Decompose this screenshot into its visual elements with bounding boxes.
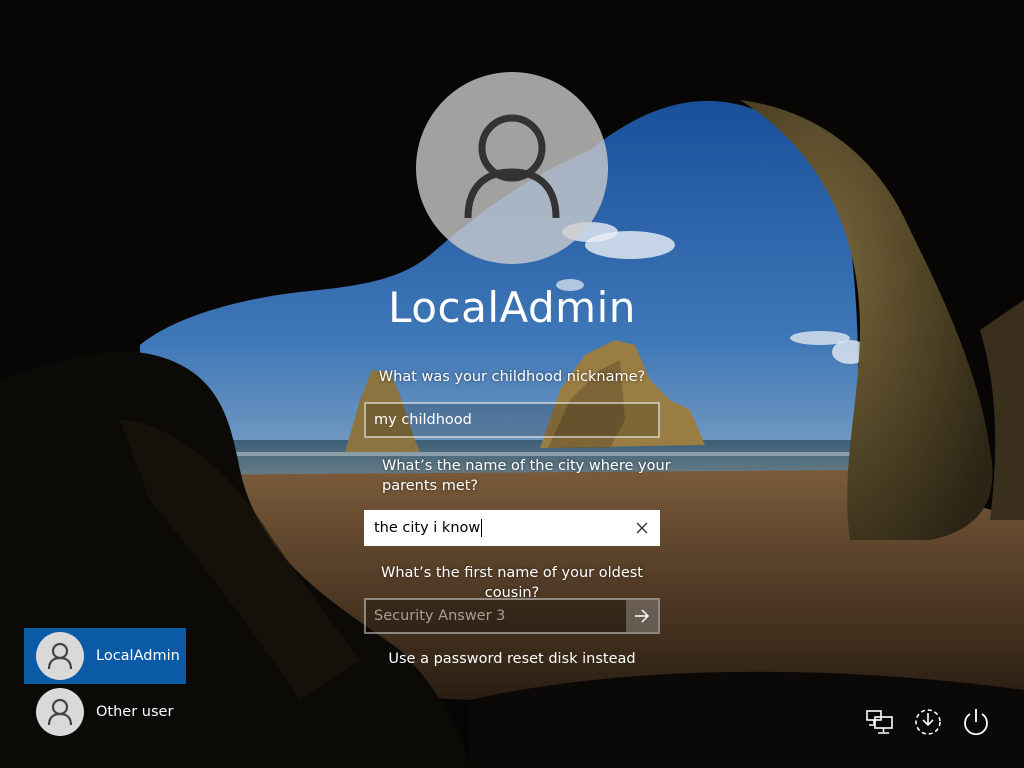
network-button[interactable] <box>862 704 898 740</box>
user-name: LocalAdmin <box>388 283 636 332</box>
security-answer-2-input[interactable]: the city i know <box>364 510 660 546</box>
ease-of-access-button[interactable] <box>910 704 946 740</box>
user-icon <box>47 642 73 670</box>
security-answer-3-input[interactable]: Security Answer 3 <box>364 598 660 634</box>
user-icon <box>47 698 73 726</box>
security-question-2: What’s the name of the city where your p… <box>382 458 671 494</box>
power-button[interactable] <box>958 704 994 740</box>
password-reset-disk-link[interactable]: Use a password reset disk instead <box>364 651 660 667</box>
user-icon <box>464 114 560 219</box>
avatar <box>36 688 84 736</box>
clear-button[interactable] <box>632 518 652 538</box>
security-answer-2-value: the city i know <box>374 520 481 536</box>
user-tile-localadmin[interactable]: LocalAdmin <box>24 628 186 684</box>
text-caret <box>481 519 483 537</box>
ease-of-access-icon <box>915 709 941 735</box>
close-icon <box>636 522 648 534</box>
network-icon <box>866 710 893 734</box>
user-tile-label: Other user <box>96 704 174 720</box>
security-answer-3-placeholder: Security Answer 3 <box>374 608 506 624</box>
power-icon <box>964 709 988 736</box>
arrow-right-icon <box>635 609 650 623</box>
security-answer-1-value: my childhood <box>374 412 472 428</box>
user-tile-label: LocalAdmin <box>96 648 180 664</box>
avatar <box>36 632 84 680</box>
security-question-3: What’s the first name of your oldest cou… <box>380 565 643 601</box>
security-question-1: What was your childhood nickname? <box>378 369 646 385</box>
user-tile-other-user[interactable]: Other user <box>24 684 186 740</box>
user-avatar <box>416 72 608 264</box>
submit-button[interactable] <box>626 600 658 632</box>
security-answer-1-input[interactable]: my childhood <box>364 402 660 438</box>
